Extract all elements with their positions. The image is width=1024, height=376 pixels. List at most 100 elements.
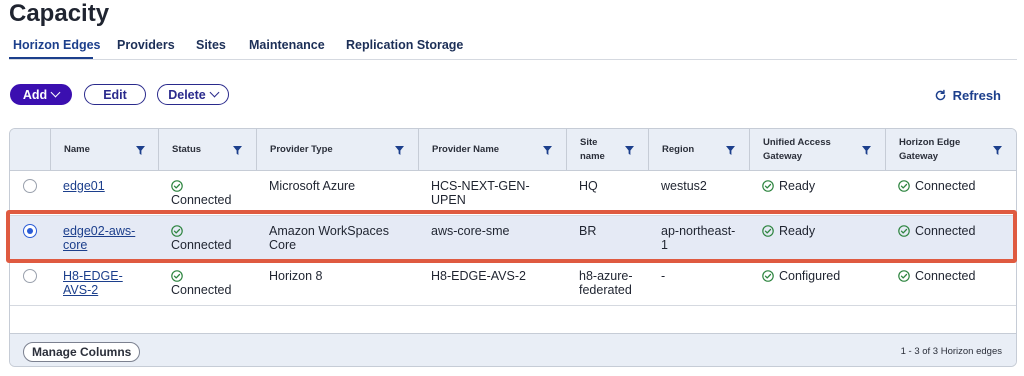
- column-header-label: Provider Name: [432, 144, 500, 155]
- tab-providers[interactable]: Providers: [117, 38, 175, 52]
- column-header-provider-type[interactable]: Provider Type: [256, 129, 418, 171]
- region-value: ap-northeast-1: [661, 224, 736, 252]
- check-circle-icon: [171, 179, 183, 192]
- filter-icon[interactable]: [993, 146, 1002, 155]
- uag-label: Configured: [779, 269, 841, 283]
- check-circle-icon: [171, 224, 183, 237]
- manage-columns-button[interactable]: Manage Columns: [23, 342, 141, 362]
- heg-label: Connected: [915, 179, 976, 193]
- row-select-cell: [10, 216, 50, 261]
- row-select-radio[interactable]: [23, 269, 37, 283]
- column-header-provider-name[interactable]: Provider Name: [418, 129, 566, 171]
- name-cell: H8-EDGE-AVS-2: [50, 261, 158, 306]
- column-header-status[interactable]: Status: [158, 129, 256, 171]
- provider-type-value: Microsoft Azure: [269, 179, 356, 193]
- column-header-horizon-edge-gateway[interactable]: Horizon Edge Gateway: [885, 129, 1016, 171]
- chevron-down-icon: [50, 87, 61, 98]
- check-circle-icon: [762, 179, 774, 192]
- column-header-label: Site name: [580, 137, 605, 162]
- refresh-button[interactable]: Refresh: [934, 88, 1001, 103]
- status-cell: Connected: [158, 216, 256, 261]
- heg-label: Connected: [915, 269, 976, 283]
- page-title: Capacity: [9, 0, 110, 27]
- table-row[interactable]: H8-EDGE-AVS-2 Connected Horizon 8 H8-EDG…: [10, 261, 1016, 306]
- filter-icon[interactable]: [395, 146, 404, 155]
- provider-type-cell: Amazon WorkSpaces Core: [256, 216, 418, 261]
- name-cell: edge02-aws-core: [50, 216, 158, 261]
- row-select-radio[interactable]: [23, 179, 37, 193]
- status-cell: Connected: [158, 261, 256, 306]
- uag-cell: Configured: [749, 261, 885, 306]
- refresh-icon: [935, 89, 945, 101]
- heg-cell: Connected: [885, 261, 1016, 306]
- status-label: Connected: [171, 193, 232, 207]
- check-circle-icon: [898, 224, 910, 237]
- filter-icon[interactable]: [726, 146, 735, 155]
- region-value: -: [661, 269, 666, 283]
- refresh-label: Refresh: [952, 88, 1001, 103]
- add-button-label: Add: [22, 87, 48, 102]
- filter-icon[interactable]: [625, 146, 634, 155]
- chevron-down-icon: [209, 87, 220, 98]
- site-cell: BR: [566, 216, 648, 261]
- row-select-radio[interactable]: [23, 224, 37, 238]
- provider-name-value: HCS-NEXT-GEN-UPEN: [431, 179, 530, 207]
- status-value: Connected: [171, 179, 231, 207]
- tab-replication-storage[interactable]: Replication Storage: [346, 38, 463, 52]
- edge-name-link[interactable]: edge01: [63, 179, 143, 193]
- tab-horizon-edges[interactable]: Horizon Edges: [13, 38, 101, 52]
- column-header-site-name[interactable]: Site name: [566, 129, 648, 171]
- heg-value: Connected: [898, 269, 975, 283]
- filter-icon[interactable]: [136, 146, 145, 155]
- provider-type-cell: Microsoft Azure: [256, 171, 418, 216]
- status-value: Connected: [171, 269, 231, 297]
- status-value: Connected: [171, 224, 231, 252]
- uag-label: Ready: [779, 179, 816, 193]
- region-cell: westus2: [648, 171, 749, 216]
- heg-cell: Connected: [885, 171, 1016, 216]
- check-circle-icon: [762, 224, 774, 237]
- heg-value: Connected: [898, 179, 975, 193]
- site-value: HQ: [579, 179, 598, 193]
- column-header-region[interactable]: Region: [648, 129, 749, 171]
- site-cell: h8-azure-federated: [566, 261, 648, 306]
- delete-button-label: Delete: [168, 87, 206, 102]
- delete-button[interactable]: Delete: [157, 84, 229, 105]
- edit-button[interactable]: Edit: [84, 84, 146, 105]
- column-header-label: Region: [662, 144, 695, 155]
- filter-icon[interactable]: [233, 146, 242, 155]
- grid-header: Name Status Provider Type Provider Name …: [10, 129, 1016, 171]
- row-select-cell: [10, 261, 50, 306]
- row-select-cell: [10, 171, 50, 216]
- horizon-edges-grid: Name Status Provider Type Provider Name …: [9, 128, 1017, 367]
- filter-icon[interactable]: [862, 146, 871, 155]
- tab-maintenance[interactable]: Maintenance: [249, 38, 325, 52]
- filter-icon[interactable]: [543, 146, 552, 155]
- region-cell: ap-northeast-1: [648, 216, 749, 261]
- check-circle-icon: [762, 269, 774, 282]
- column-header-unified-access-gateway[interactable]: Unified Access Gateway: [749, 129, 885, 171]
- heg-cell: Connected: [885, 216, 1016, 261]
- status-cell: Connected: [158, 171, 256, 216]
- pagination-count: 1 - 3 of 3 Horizon edges: [900, 346, 1002, 357]
- check-circle-icon: [898, 269, 910, 282]
- table-row[interactable]: edge01 Connected Microsoft Azure HCS-NEX…: [10, 171, 1016, 216]
- active-tab-indicator: [9, 57, 93, 59]
- column-header-label: Unified Access Gateway: [763, 137, 831, 162]
- tab-sites[interactable]: Sites: [196, 38, 226, 52]
- heg-value: Connected: [898, 224, 975, 238]
- uag-value: Configured: [762, 269, 840, 283]
- name-cell: edge01: [50, 171, 158, 216]
- edge-name-link[interactable]: edge02-aws-core: [63, 224, 139, 252]
- status-label: Connected: [171, 283, 232, 297]
- table-row-selected[interactable]: edge02-aws-core Connected Amazon WorkSpa…: [10, 216, 1016, 261]
- provider-type-value: Amazon WorkSpaces Core: [269, 224, 389, 252]
- site-value: BR: [579, 224, 597, 238]
- uag-label: Ready: [779, 224, 816, 238]
- edge-name-link[interactable]: H8-EDGE-AVS-2: [63, 269, 127, 297]
- add-button[interactable]: Add: [10, 84, 72, 105]
- column-header-label: Provider Type: [270, 144, 333, 155]
- column-header-label: Status: [172, 144, 202, 155]
- column-header-name[interactable]: Name: [50, 129, 158, 171]
- provider-name-cell: H8-EDGE-AVS-2: [418, 261, 566, 306]
